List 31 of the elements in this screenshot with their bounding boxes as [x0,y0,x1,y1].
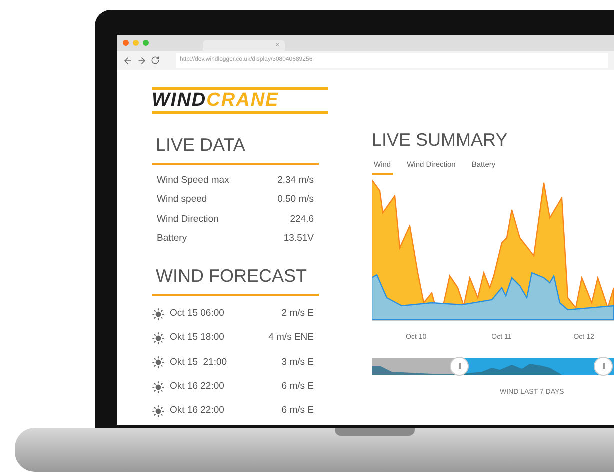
data-label: Wind speed [157,193,208,208]
reload-icon[interactable] [151,56,160,65]
forecast-time: Okt 15 21:00 [170,356,228,370]
forecast-wind: 6 m/s E [282,380,315,394]
sun-icon [152,332,165,345]
section-heading: WIND FORECAST [155,266,308,286]
forecast-time: Okt 15 18:00 [170,331,224,346]
back-arrow-icon[interactable] [123,56,133,66]
forecast-time: Oct 15 06:00 [170,307,224,322]
logo: WINDCRANE [152,87,328,114]
data-label: Battery [157,232,188,246]
sun-icon [152,404,165,418]
forecast-wind: 3 m/s E [282,356,315,370]
section-heading: LIVE DATA [155,135,246,155]
sun-icon [152,380,165,394]
forecast-wind: 4 m/s ENE [268,331,315,346]
range-selector[interactable] [372,358,614,375]
sun-icon [152,356,165,370]
forecast-time: Okt 16 22:00 [170,380,224,394]
data-value: 2.34 m/s [278,174,314,188]
data-value: 0.50 m/s [278,193,314,208]
forecast-wind: 2 m/s E [282,307,315,322]
forecast-wind: 6 m/s E [282,404,315,418]
forecast-time: Okt 16 22:00 [170,404,224,418]
data-value: 13.51V [284,232,314,246]
data-label: Wind Direction [157,212,219,227]
data-label: Wind Speed max [157,174,230,188]
sun-icon [152,308,165,321]
section-heading: LIVE SUMMARY [372,130,509,150]
data-value: 224.6 [290,212,314,227]
forward-arrow-icon[interactable] [137,56,147,66]
